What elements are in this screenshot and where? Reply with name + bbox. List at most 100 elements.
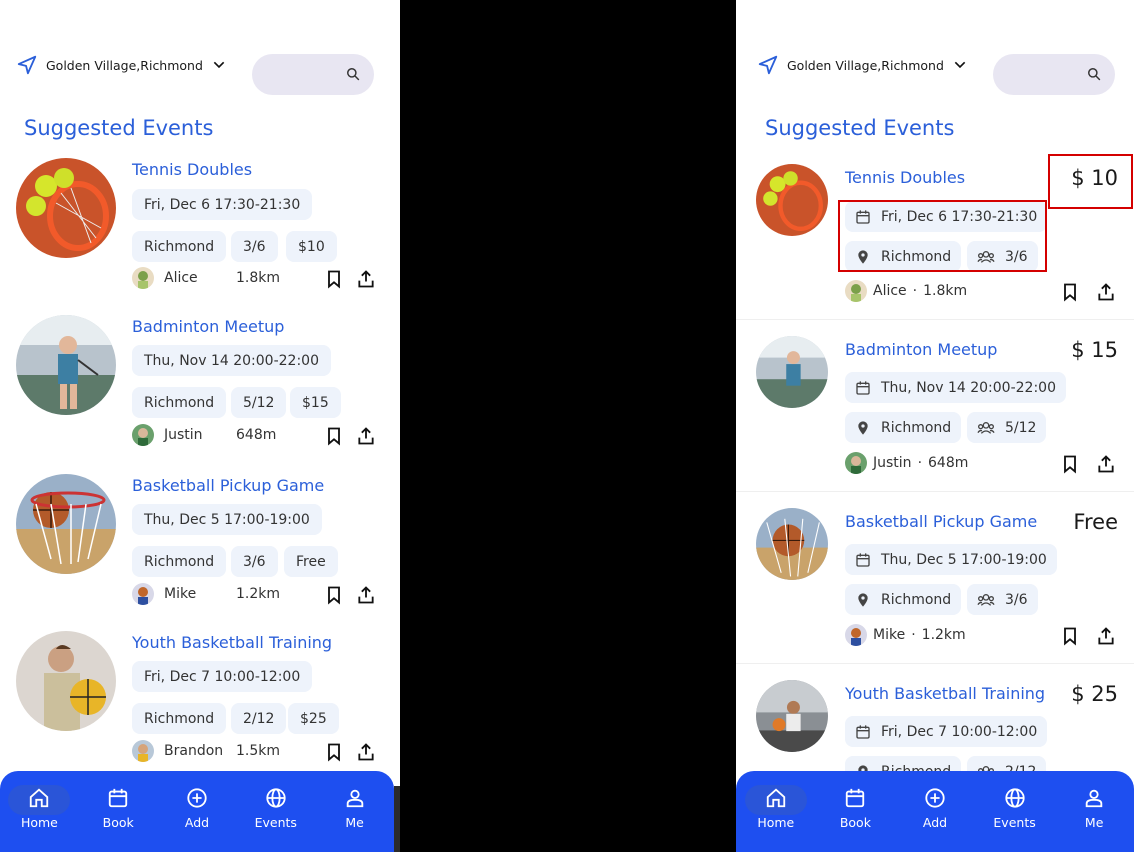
event-card[interactable]: Basketball Pickup Game Free Thu, Dec 5 1… <box>736 492 1134 664</box>
host-name: Justin <box>164 427 203 443</box>
date-chip: Fri, Dec 6 17:30-21:30 <box>132 189 313 220</box>
event-card[interactable]: Badminton Meetup $ 15 Thu, Nov 14 20:00-… <box>736 320 1134 492</box>
nav-add[interactable]: Add <box>895 771 975 852</box>
distance: 1.8km <box>236 270 281 286</box>
person-icon <box>1085 789 1103 808</box>
nav-events[interactable]: Events <box>975 771 1055 852</box>
place-chip: Richmond <box>132 703 227 734</box>
distance: 1.8km <box>923 283 968 299</box>
place-chip: Richmond <box>132 546 227 577</box>
event-image-badminton <box>756 336 828 408</box>
share-icon[interactable] <box>1096 454 1116 474</box>
share-icon[interactable] <box>356 269 376 289</box>
event-title[interactable]: Basketball Pickup Game <box>132 476 324 495</box>
event-card[interactable]: Tennis Doubles Fri, Dec 6 17:30-21:30 Ri… <box>16 158 386 298</box>
nav-label: Home <box>757 815 795 830</box>
place-chip: Richmond <box>845 584 962 615</box>
search-input[interactable] <box>993 54 1115 95</box>
section-title: Suggested Events <box>24 116 214 140</box>
host-name: Justin <box>873 455 912 471</box>
avatar <box>845 452 867 474</box>
slots-chip: 3/6 <box>231 231 278 262</box>
nav-me[interactable]: Me <box>1054 771 1134 852</box>
nav-events[interactable]: Events <box>236 771 315 852</box>
price-label: $ 15 <box>1071 338 1118 362</box>
event-card[interactable]: Badminton Meetup Thu, Nov 14 20:00-22:00… <box>16 315 386 455</box>
bookmark-icon[interactable] <box>324 269 344 289</box>
host-row: Justin · 648m <box>845 452 968 474</box>
host-row: Alice 1.8km <box>132 267 280 289</box>
event-title[interactable]: Badminton Meetup <box>132 317 284 336</box>
share-icon[interactable] <box>1096 626 1116 646</box>
nav-label: Events <box>993 815 1036 830</box>
nav-label: Me <box>1084 815 1104 830</box>
bookmark-icon[interactable] <box>324 585 344 605</box>
date-chip: Thu, Nov 14 20:00-22:00 <box>132 345 331 376</box>
date-chip: Fri, Dec 7 10:00-12:00 <box>132 661 313 692</box>
slots-chip: 5/12 <box>967 412 1047 443</box>
location-selector[interactable]: Golden Village,Richmond <box>16 54 227 76</box>
nav-book[interactable]: Book <box>79 771 158 852</box>
nav-add[interactable]: Add <box>158 771 237 852</box>
nav-label: Add <box>922 815 948 830</box>
nav-book[interactable]: Book <box>816 771 896 852</box>
host-row: Mike · 1.2km <box>845 624 966 646</box>
bookmark-icon[interactable] <box>1060 282 1080 302</box>
calendar-icon <box>846 788 865 808</box>
event-image-badminton <box>16 315 116 415</box>
bookmark-icon[interactable] <box>1060 454 1080 474</box>
bookmark-icon[interactable] <box>1060 626 1080 646</box>
home-icon <box>30 788 49 808</box>
place-chip: Richmond <box>845 412 962 443</box>
search-input[interactable] <box>252 54 374 95</box>
nav-home[interactable]: Home <box>736 771 816 852</box>
home-icon <box>766 788 785 808</box>
location-pin-icon <box>858 420 868 435</box>
nav-home[interactable]: Home <box>0 771 79 852</box>
share-icon[interactable] <box>356 585 376 605</box>
bookmark-icon[interactable] <box>324 426 344 446</box>
host-name: Brandon <box>164 743 224 759</box>
bookmark-icon[interactable] <box>324 742 344 762</box>
slots-chip: 3/6 <box>967 584 1038 615</box>
date-chip: Thu, Dec 5 17:00-19:00 <box>132 504 322 535</box>
price-chip: $25 <box>288 703 339 734</box>
event-title[interactable]: Badminton Meetup <box>845 340 997 359</box>
nav-label: Book <box>839 815 871 830</box>
slots-text: 3/6 <box>1005 591 1028 608</box>
host-row: Mike 1.2km <box>132 583 280 605</box>
event-title[interactable]: Tennis Doubles <box>845 168 965 187</box>
person-icon <box>346 789 363 808</box>
nav-label: Events <box>254 815 297 830</box>
event-card[interactable]: Basketball Pickup Game Thu, Dec 5 17:00-… <box>16 474 386 614</box>
share-icon[interactable] <box>1096 282 1116 302</box>
share-icon[interactable] <box>356 742 376 762</box>
location-selector[interactable]: Golden Village,Richmond <box>757 54 968 76</box>
distance: 1.2km <box>921 627 966 643</box>
slots-chip: 3/6 <box>231 546 278 577</box>
nav-label: Book <box>102 815 134 830</box>
host-name: Mike <box>164 586 197 602</box>
distance: 1.2km <box>236 586 281 602</box>
bottom-nav: Home Book Add Events Me <box>736 771 1134 852</box>
nav-me[interactable]: Me <box>315 771 394 852</box>
date-text: Thu, Dec 5 17:00-19:00 <box>881 551 1047 568</box>
price-chip: $15 <box>290 387 341 418</box>
event-title[interactable]: Youth Basketball Training <box>132 633 332 652</box>
event-card[interactable]: Youth Basketball Training Fri, Dec 7 10:… <box>16 631 386 771</box>
search-icon <box>1088 68 1101 81</box>
calendar-icon <box>856 724 870 739</box>
slots-text: 5/12 <box>1005 419 1037 436</box>
event-title[interactable]: Tennis Doubles <box>132 160 252 179</box>
nav-label: Me <box>345 815 364 830</box>
separator: · <box>911 627 916 643</box>
avatar <box>845 624 867 646</box>
share-icon[interactable] <box>356 426 376 446</box>
navigation-arrow-icon <box>758 55 778 75</box>
left-screen: Golden Village,Richmond Suggested Events… <box>0 0 400 852</box>
host-row: Justin 648m <box>132 424 276 446</box>
event-title[interactable]: Youth Basketball Training <box>845 684 1045 703</box>
location-label: Golden Village,Richmond <box>46 57 203 73</box>
avatar <box>132 740 154 762</box>
event-title[interactable]: Basketball Pickup Game <box>845 512 1037 531</box>
